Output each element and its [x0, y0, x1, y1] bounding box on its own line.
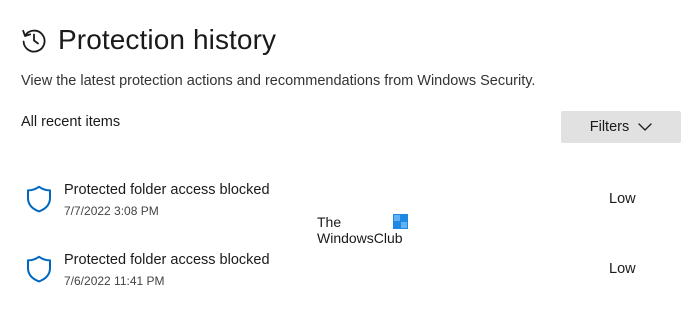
history-icon	[22, 29, 46, 53]
item-title: Protected folder access blocked	[64, 182, 270, 198]
item-date: 7/7/2022 3:08 PM	[64, 204, 159, 218]
watermark: The WindowsClub	[317, 214, 417, 248]
watermark-logo-icon	[393, 214, 408, 229]
section-label-all-recent-items: All recent items	[21, 114, 121, 130]
filters-button-label: Filters	[589, 119, 630, 135]
shield-icon	[27, 255, 51, 283]
watermark-line-1: The	[317, 214, 342, 230]
severity-label: Low	[609, 191, 636, 207]
watermark-line-2: WindowsClub	[317, 230, 403, 246]
history-list-item[interactable]: Protected folder access blocked 7/6/2022…	[0, 246, 696, 302]
severity-label: Low	[609, 261, 636, 277]
chevron-down-icon	[638, 123, 652, 131]
page-title: Protection history	[58, 24, 277, 55]
filters-button[interactable]: Filters	[561, 111, 681, 143]
item-title: Protected folder access blocked	[64, 252, 270, 268]
page-header: Protection history	[20, 22, 276, 58]
shield-icon	[27, 185, 51, 213]
page-subtitle: View the latest protection actions and r…	[21, 73, 536, 89]
item-date: 7/6/2022 11:41 PM	[64, 274, 165, 288]
